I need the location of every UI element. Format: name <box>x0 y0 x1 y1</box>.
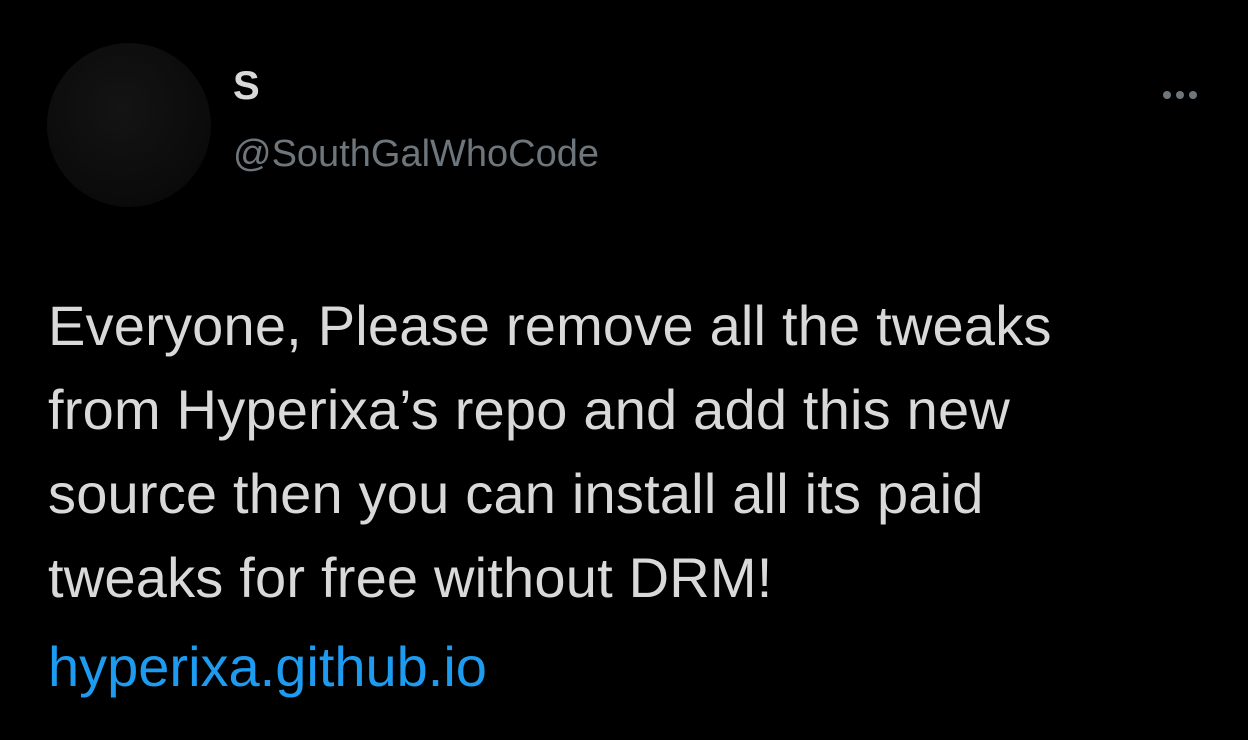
tweet-text: Everyone, Please remove all the tweaks f… <box>48 284 1218 620</box>
more-horizontal-icon <box>1163 91 1197 99</box>
tweet-card: S @SouthGalWhoCode Everyone, Please remo… <box>0 0 1248 740</box>
author-display-name[interactable]: S <box>233 66 260 106</box>
tweet-text-line: tweaks for free without DRM! <box>48 546 773 609</box>
more-options-button[interactable] <box>1152 78 1208 112</box>
tweet-text-line: Everyone, Please remove all the tweaks <box>48 294 1052 357</box>
tweet-text-line: source then you can install all its paid <box>48 462 984 525</box>
author-handle[interactable]: @SouthGalWhoCode <box>233 135 599 173</box>
avatar[interactable] <box>47 43 211 207</box>
tweet-link[interactable]: hyperixa.github.io <box>48 625 487 709</box>
tweet-text-line: from Hyperixa’s repo and add this new <box>48 378 1010 441</box>
